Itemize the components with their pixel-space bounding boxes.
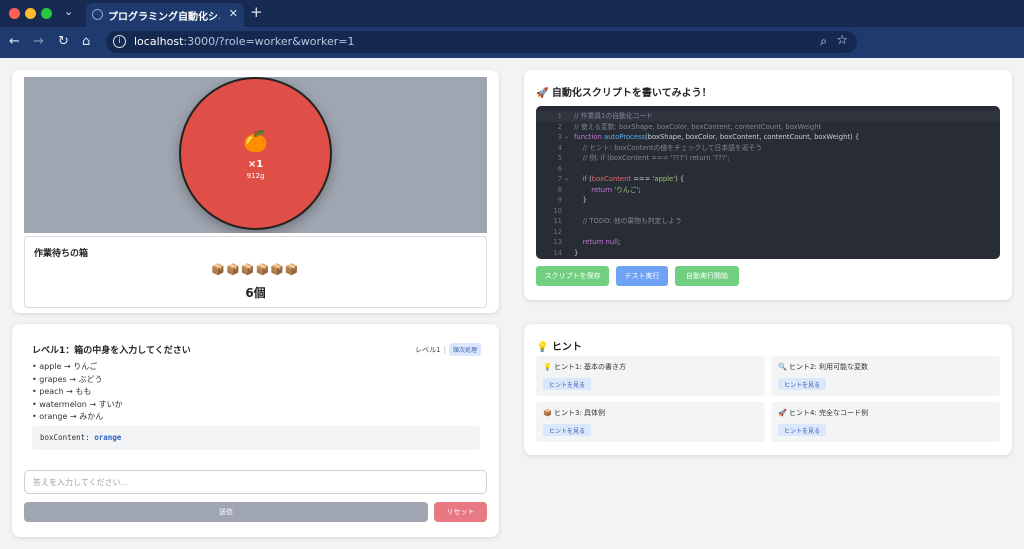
- editor-title: 🚀 自動化スクリプトを書いてみよう！: [536, 88, 712, 99]
- current-box: 🍊 ×1 912g: [179, 77, 332, 230]
- site-info-icon[interactable]: i: [113, 35, 126, 48]
- fruit-mapping-list: • apple → りんご • grapes → ぶどう • peach → も…: [32, 361, 123, 424]
- bookmark-star-icon[interactable]: ☆: [836, 33, 848, 48]
- hint-label: 🔍 ヒント2: 利用可能な変数: [778, 363, 868, 371]
- box-count-label: ×1: [247, 159, 264, 170]
- show-hint-button[interactable]: ヒントを見る: [543, 378, 592, 390]
- code-line: 10: [553, 206, 562, 215]
- tab-title: プログラミング自動化シミュレ...: [108, 12, 220, 23]
- code-line: 5 // 例: if (boxContent === '???') return…: [557, 154, 730, 162]
- level-title: レベル1：箱の中身を入力してください: [32, 346, 191, 356]
- orange-icon: 🍊: [243, 129, 268, 153]
- show-hint-button[interactable]: ヒントを見る: [778, 378, 827, 390]
- back-icon[interactable]: ←: [9, 34, 20, 49]
- waiting-queue: 作業待ちの箱 📦📦📦📦📦📦 6個: [24, 236, 487, 308]
- url-path: :3000/?role=worker&worker=1: [183, 35, 355, 48]
- hint-label: 💡 ヒント1: 基本の書き方: [543, 363, 626, 371]
- url-host: localhost: [134, 35, 184, 48]
- box-content-value: orange: [94, 433, 122, 442]
- close-window-button[interactable]: [9, 8, 20, 19]
- code-line: 12: [553, 227, 562, 236]
- list-item: • peach → もも: [32, 387, 92, 396]
- home-icon[interactable]: ⌂: [82, 34, 90, 49]
- code-line: 1// 作業員1の自動化コード: [536, 111, 1000, 122]
- code-line: 7 ⌄ if (boxContent === 'apple') {: [557, 175, 685, 183]
- hints-card: 💡 ヒント 💡 ヒント1: 基本の書き方 ヒントを見る 🔍 ヒント2: 利用可能…: [524, 324, 1012, 455]
- code-line: 9 }: [557, 196, 587, 204]
- save-script-button[interactable]: スクリプトを保存: [536, 266, 609, 286]
- box-content-label: boxContent:: [40, 433, 90, 442]
- level-info: レベル1 | 順次処理: [415, 343, 481, 356]
- queue-box-icons: 📦📦📦📦📦📦: [211, 263, 300, 276]
- box-content-line: boxContent: orange: [40, 433, 121, 442]
- hint-item-1: 💡 ヒント1: 基本の書き方 ヒントを見る: [536, 356, 765, 396]
- script-card: 🚀 自動化スクリプトを書いてみよう！ 1// 作業員1の自動化コード 2// 使…: [524, 70, 1012, 300]
- list-item: • orange → みかん: [32, 412, 104, 421]
- queue-count: 6個: [245, 286, 266, 300]
- level-card: レベル1：箱の中身を入力してください レベル1 | 順次処理 • apple → り…: [12, 324, 499, 537]
- code-line: 2// 使える変数: boxShape, boxColor, boxConten…: [557, 122, 822, 131]
- code-line: 11 // TODO: 他の果物も判定しよう: [553, 217, 682, 225]
- hint-label: 🚀 ヒント4: 完全なコード例: [778, 409, 868, 417]
- list-item: • grapes → ぶどう: [32, 374, 103, 384]
- code-line: 3 ⌄ function autoProcess(boxShape, boxColo…: [557, 133, 860, 141]
- code-line: 14}: [553, 248, 579, 257]
- hint-item-3: 📦 ヒント3: 具体例 ヒントを見る: [536, 402, 765, 442]
- mode-badge: 順次処理: [448, 343, 481, 356]
- show-hint-button[interactable]: ヒントを見る: [778, 424, 827, 436]
- page-viewport: 🍊 ×1 912g 作業待ちの箱 📦📦📦📦📦📦 6個 レベル1：箱の中身を入力し…: [0, 58, 1024, 549]
- tab-bar: ⌄ プログラミング自動化シミュレ... ✕ +: [0, 0, 1024, 27]
- tab-active[interactable]: プログラミング自動化シミュレ... ✕: [86, 3, 244, 27]
- answer-input[interactable]: [24, 470, 487, 494]
- tab-list-chevron-icon[interactable]: ⌄: [64, 5, 73, 18]
- box-weight-label: 912g: [246, 172, 265, 180]
- url-text[interactable]: localhost:3000/?role=worker&worker=1: [134, 35, 355, 48]
- box-stage: 🍊 ×1 912g: [24, 77, 487, 233]
- new-tab-icon[interactable]: +: [250, 3, 263, 21]
- show-hint-button[interactable]: ヒントを見る: [543, 424, 592, 436]
- favicon-icon: [92, 9, 103, 20]
- code-line: 13 return null;: [553, 238, 621, 246]
- reload-icon[interactable]: ↻: [58, 34, 69, 49]
- close-tab-icon[interactable]: ✕: [229, 7, 238, 20]
- box-card: 🍊 ×1 912g 作業待ちの箱 📦📦📦📦📦📦 6個: [12, 70, 499, 313]
- zoom-icon[interactable]: ⌕: [820, 34, 827, 49]
- reset-button[interactable]: リセット: [434, 502, 487, 522]
- submit-button[interactable]: 送信: [24, 502, 428, 522]
- hint-item-2: 🔍 ヒント2: 利用可能な変数 ヒントを見る: [771, 356, 1000, 396]
- auto-run-button[interactable]: 自動実行開始: [675, 266, 739, 286]
- browser-chrome: ⌄ プログラミング自動化シミュレ... ✕ + ← → ↻ ⌂ i localh…: [0, 0, 1024, 58]
- forward-icon[interactable]: →: [33, 34, 44, 49]
- hint-label: 📦 ヒント3: 具体例: [543, 409, 605, 417]
- hint-item-4: 🚀 ヒント4: 完全なコード例 ヒントを見る: [771, 402, 1000, 442]
- level-label: レベル1: [415, 346, 441, 354]
- code-line: 8 return 'りんご';: [557, 185, 641, 194]
- list-item: • watermelon → すいか: [32, 399, 123, 409]
- code-line: 4 // ヒント: boxContentの値をチェックして日本語を返そう: [557, 143, 763, 152]
- list-item: • apple → りんご: [32, 362, 98, 371]
- code-editor[interactable]: 1// 作業員1の自動化コード 2// 使える変数: boxShape, box…: [536, 106, 1000, 259]
- minimize-window-button[interactable]: [25, 8, 36, 19]
- maximize-window-button[interactable]: [41, 8, 52, 19]
- box-content-display: boxContent: orange: [32, 426, 480, 450]
- hints-title: 💡 ヒント: [536, 342, 582, 353]
- address-bar[interactable]: i localhost:3000/?role=worker&worker=1 ⌕…: [106, 31, 857, 53]
- queue-title: 作業待ちの箱: [34, 249, 89, 259]
- test-run-button[interactable]: テスト実行: [616, 266, 668, 286]
- code-line: 6: [557, 164, 562, 173]
